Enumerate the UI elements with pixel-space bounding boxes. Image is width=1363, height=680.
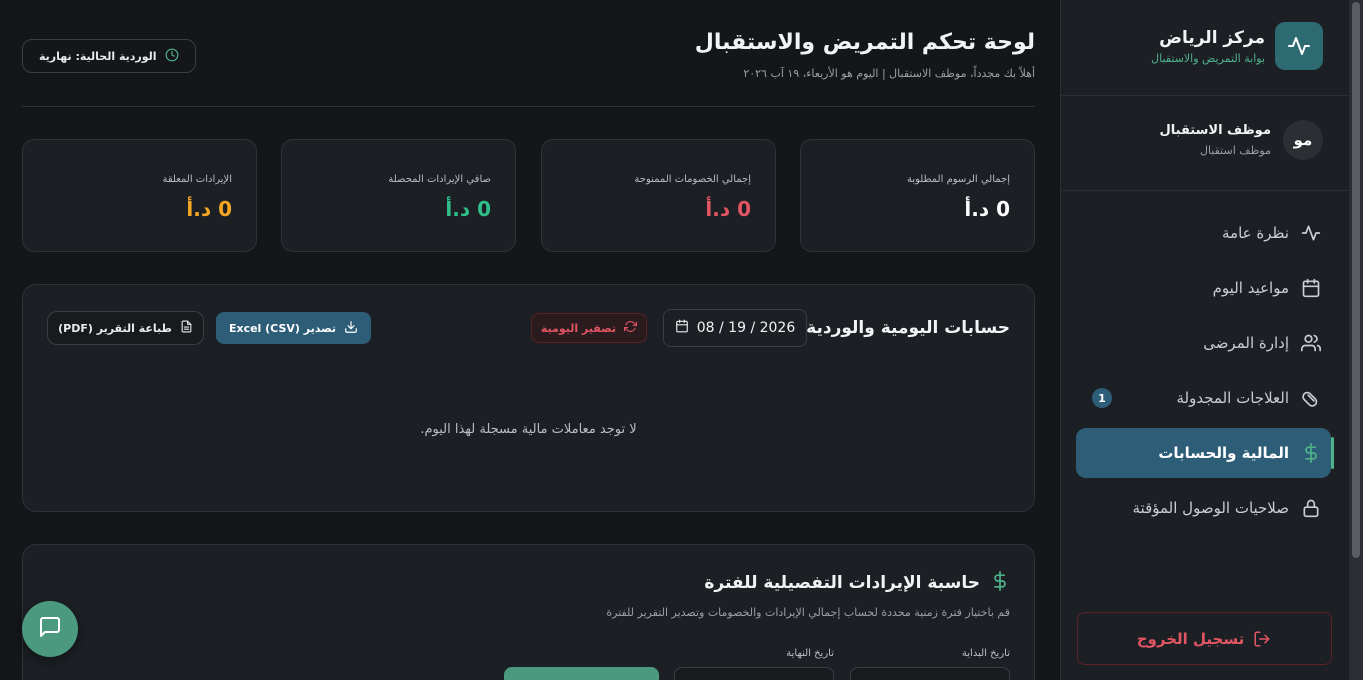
export-label: تصدير (Excel (CSV <box>228 321 337 335</box>
dollar-icon <box>990 571 1010 595</box>
stat-card-net-revenue: صافي الإيرادات المحصلة 0 د.أ <box>281 139 516 252</box>
stat-value: 0 د.أ <box>964 197 1010 221</box>
activity-icon <box>1301 223 1321 243</box>
scrollbar-thumb[interactable] <box>1352 2 1360 558</box>
date-picker[interactable]: 08 / 19 / 2026 <box>663 309 807 347</box>
daily-accounts-card: حسابات اليومية والوردية 08 / 19 / 2026 ت… <box>22 284 1035 512</box>
stat-card-discounts: إجمالي الخصومات الممنوحة 0 د.أ <box>541 139 776 252</box>
header-divider <box>22 106 1035 107</box>
shift-status-badge: الوردية الحالية: نهارية <box>22 39 196 73</box>
sidebar-nav: نظرة عامة مواعيد اليوم إدارة المرضى العل… <box>1076 208 1334 538</box>
stat-label: إجمالي الرسوم المطلوبة <box>906 174 1010 185</box>
logout-icon <box>1252 629 1272 649</box>
sidebar-item-patients[interactable]: إدارة المرضى <box>1076 318 1331 368</box>
export-csv-button[interactable]: تصدير (Excel (CSV <box>216 312 371 344</box>
stat-value: 0 د.أ <box>186 197 232 221</box>
sidebar-item-label: إدارة المرضى <box>1203 334 1289 352</box>
start-date-label: تاريخ البداية <box>961 648 1010 659</box>
page-subtitle: أهلاً بك مجدداً، موظف الاستقبال | اليوم … <box>743 67 1035 80</box>
chat-button[interactable] <box>22 601 78 657</box>
calculator-title: حاسبة الإيرادات التفصيلية للفترة <box>704 573 980 593</box>
calculator-subtitle: قم باختيار فترة زمنية محددة لحساب إجمالي… <box>606 606 1010 619</box>
reset-label: تصفير اليومية <box>540 321 617 335</box>
sidebar-item-finance[interactable]: المالية والحسابات <box>1076 428 1334 478</box>
sidebar-item-appointments[interactable]: مواعيد اليوم <box>1076 263 1331 313</box>
revenue-calculator-card: حاسبة الإيرادات التفصيلية للفترة قم باخت… <box>22 544 1035 680</box>
brand-title: مركز الرياض <box>1159 27 1265 48</box>
sidebar-item-label: المالية والحسابات <box>1158 444 1289 462</box>
daily-accounts-title: حسابات اليومية والوردية <box>806 318 1010 338</box>
logout-label: تسجيل الخروج <box>1136 629 1245 648</box>
page-scrollbar[interactable] <box>1349 0 1363 680</box>
chat-icon <box>38 615 62 643</box>
lock-icon <box>1301 498 1321 518</box>
print-pdf-button[interactable]: طباعة التقرير (PDF) <box>47 311 204 345</box>
activity-logo-icon <box>1275 22 1323 70</box>
stat-label: إجمالي الخصومات الممنوحة <box>634 174 751 185</box>
reset-daily-button[interactable]: تصفير اليومية <box>531 313 647 343</box>
calendar-icon <box>675 319 689 337</box>
date-value: 08 / 19 / 2026 <box>696 320 796 336</box>
print-label: طباعة التقرير (PDF) <box>58 321 172 335</box>
user-name: موظف الاستقبال <box>1159 123 1271 138</box>
file-icon <box>180 320 193 336</box>
stat-card-pending: الإيرادات المعلقة 0 د.أ <box>22 139 257 252</box>
shift-label: الوردية الحالية: نهارية <box>39 49 157 63</box>
stat-card-total-fees: إجمالي الرسوم المطلوبة 0 د.أ <box>800 139 1035 252</box>
user-role: موظف استقبال <box>1199 144 1271 157</box>
page-title: لوحة تحكم التمريض والاستقبال <box>694 30 1035 55</box>
sidebar-divider <box>1061 190 1349 191</box>
calculate-button[interactable] <box>504 667 659 680</box>
pill-icon <box>1301 388 1321 408</box>
sidebar-divider <box>1061 95 1349 96</box>
refresh-icon <box>624 320 638 336</box>
sidebar-item-label: صلاحيات الوصول المؤقتة <box>1132 499 1289 517</box>
clock-icon <box>165 48 179 65</box>
sidebar-item-label: العلاجات المجدولة <box>1176 389 1289 407</box>
calendar-icon <box>1301 278 1321 298</box>
user-profile: موظف الاستقبال موظف استقبال مو <box>1159 120 1323 160</box>
sidebar: مركز الرياض بوابة التمريض والاستقبال موظ… <box>1060 0 1349 680</box>
calculator-header: حاسبة الإيرادات التفصيلية للفترة <box>704 571 1010 595</box>
dollar-icon <box>1301 443 1321 463</box>
stat-label: الإيرادات المعلقة <box>162 174 232 185</box>
brand-subtitle: بوابة التمريض والاستقبال <box>1151 51 1265 65</box>
empty-state-message: لا توجد معاملات مالية مسجلة لهذا اليوم. <box>420 422 637 437</box>
sidebar-item-access[interactable]: صلاحيات الوصول المؤقتة <box>1076 483 1331 533</box>
sidebar-item-label: مواعيد اليوم <box>1212 279 1289 297</box>
logout-button[interactable]: تسجيل الخروج <box>1077 612 1332 665</box>
end-date-label: تاريخ النهاية <box>786 648 834 659</box>
start-date-field[interactable] <box>850 667 1010 680</box>
stat-value: 0 د.أ <box>445 197 491 221</box>
end-date-field[interactable] <box>674 667 834 680</box>
sidebar-item-treatments[interactable]: العلاجات المجدولة 1 <box>1076 373 1331 423</box>
stat-label: صافي الإيرادات المحصلة <box>388 174 491 185</box>
count-badge: 1 <box>1092 388 1112 408</box>
sidebar-item-overview[interactable]: نظرة عامة <box>1076 208 1331 258</box>
sidebar-item-label: نظرة عامة <box>1222 224 1289 242</box>
download-icon <box>344 320 358 337</box>
stat-value: 0 د.أ <box>705 197 751 221</box>
brand: مركز الرياض بوابة التمريض والاستقبال <box>1151 22 1323 70</box>
avatar: مو <box>1283 120 1323 160</box>
users-icon <box>1301 333 1321 353</box>
